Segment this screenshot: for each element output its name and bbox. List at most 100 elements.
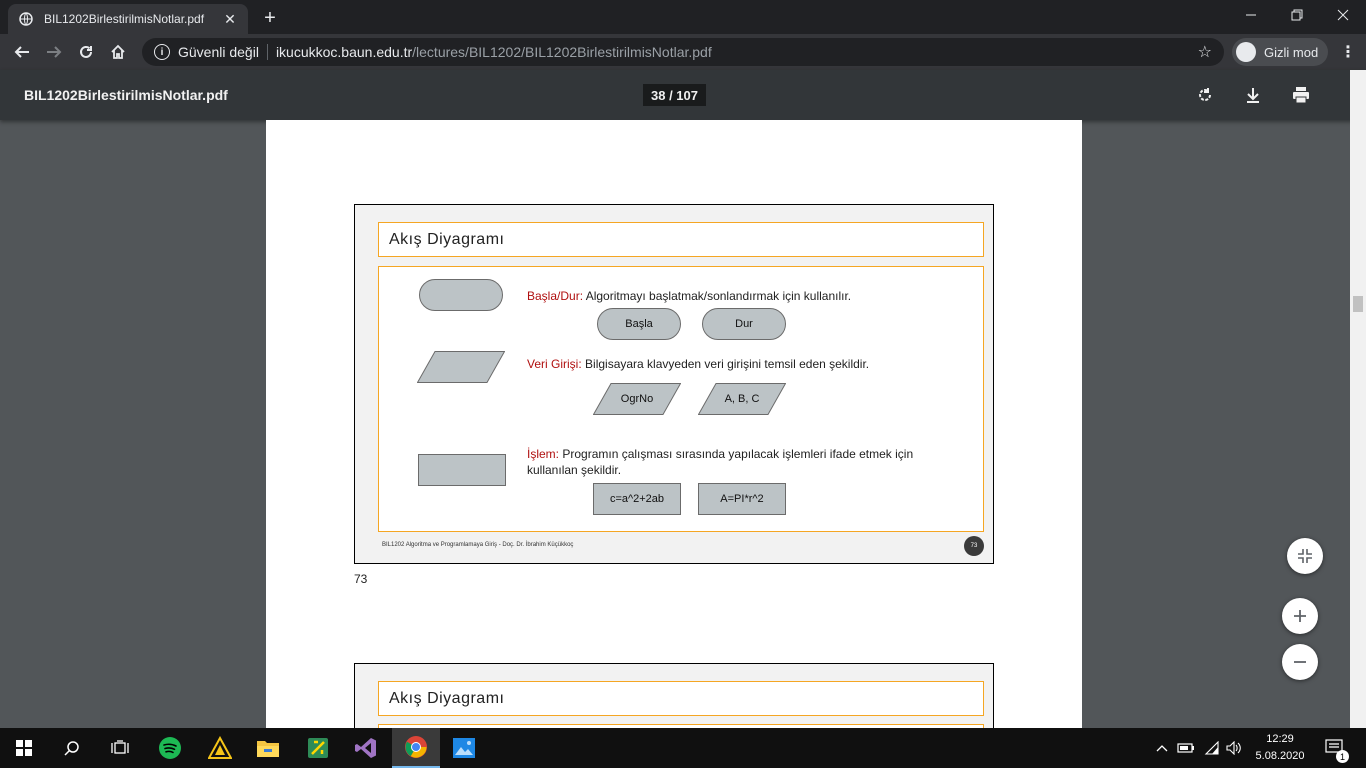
show-hidden-icons-chevron[interactable] bbox=[1154, 728, 1170, 768]
process-shape bbox=[418, 454, 506, 486]
url-path: /lectures/BIL1202/BIL1202BirlestirilmisN… bbox=[412, 44, 712, 60]
visual-studio-app[interactable] bbox=[342, 728, 390, 768]
example-process-shape: c=a^2+2ab bbox=[593, 483, 681, 515]
description-key: İşlem: bbox=[527, 447, 560, 461]
clock-time: 12:29 bbox=[1266, 733, 1294, 745]
forward-arrow-icon bbox=[47, 46, 62, 58]
zoom-in-button[interactable] bbox=[1282, 598, 1318, 634]
description-process: İşlem: Programın çalışması sırasında yap… bbox=[527, 446, 967, 478]
windows-taskbar: 12:29 5.08.2020 1 bbox=[0, 728, 1366, 768]
slide-title: Akış Diyagramı bbox=[378, 681, 984, 716]
reload-icon bbox=[80, 45, 92, 58]
print-icon[interactable] bbox=[1289, 83, 1313, 107]
description-text: Algoritmayı başlatmak/sonlandırmak için … bbox=[583, 289, 852, 303]
slide-footer: BIL1202 Algoritma ve Programlamaya Giriş… bbox=[382, 542, 574, 548]
scrollbar[interactable] bbox=[1350, 70, 1366, 728]
back-button[interactable] bbox=[8, 38, 36, 66]
pdf-toolbar: BIL1202BirlestirilmisNotlar.pdf 38 / 107 bbox=[0, 70, 1366, 120]
slide-body: Başla/Dur: Algoritmayı başlatmak/sonland… bbox=[378, 266, 984, 532]
input-parallelogram-shape bbox=[417, 351, 505, 383]
pdf-file-name: BIL1202BirlestirilmisNotlar.pdf bbox=[24, 87, 228, 103]
clock-date: 5.08.2020 bbox=[1255, 750, 1305, 762]
rotate-icon[interactable] bbox=[1193, 83, 1217, 107]
example-input-shape: A, B, C bbox=[698, 383, 786, 415]
example-terminal-shape: Dur bbox=[702, 308, 786, 340]
description-key: Veri Girişi: bbox=[527, 357, 582, 371]
home-button[interactable] bbox=[104, 38, 132, 66]
spotify-app[interactable] bbox=[146, 728, 194, 768]
fit-to-page-button[interactable] bbox=[1287, 538, 1323, 574]
app-tools[interactable] bbox=[294, 728, 342, 768]
incognito-label: Gizli mod bbox=[1264, 44, 1319, 60]
search-button[interactable] bbox=[48, 728, 96, 768]
task-view-icon bbox=[111, 740, 129, 754]
slide-title: Akış Diyagramı bbox=[378, 222, 984, 257]
browser-tab[interactable]: BIL1202BirlestirilmisNotlar.pdf ✕ bbox=[8, 4, 248, 34]
scrollbar-thumb[interactable] bbox=[1353, 296, 1363, 312]
example-input-shape: OgrNo bbox=[593, 383, 681, 415]
photos-icon bbox=[453, 738, 475, 758]
page-label: 73 bbox=[354, 572, 368, 586]
slide: Akış Diyagramı Başla/Dur: Algoritmayı ba… bbox=[354, 204, 994, 564]
zoom-out-button[interactable] bbox=[1282, 644, 1318, 680]
example-label: A, B, C bbox=[724, 393, 760, 405]
browser-toolbar: i Güvenli değil ikucukkoc.baun.edu.tr/le… bbox=[0, 34, 1366, 70]
example-process-shape: A=PI*r^2 bbox=[698, 483, 786, 515]
page-indicator[interactable]: 38 / 107 bbox=[643, 84, 706, 106]
address-bar[interactable]: i Güvenli değil ikucukkoc.baun.edu.tr/le… bbox=[142, 38, 1224, 66]
task-view-button[interactable] bbox=[96, 728, 144, 768]
spotify-icon bbox=[159, 737, 181, 759]
action-center-button[interactable]: 1 bbox=[1320, 728, 1350, 768]
example-label: OgrNo bbox=[620, 393, 654, 405]
reload-button[interactable] bbox=[72, 38, 100, 66]
file-explorer-app[interactable] bbox=[244, 728, 292, 768]
description-start-stop: Başla/Dur: Algoritmayı başlatmak/sonland… bbox=[527, 288, 967, 304]
info-icon[interactable]: i bbox=[154, 44, 170, 60]
divider bbox=[266, 44, 268, 60]
search-icon bbox=[64, 741, 79, 756]
incognito-icon bbox=[1236, 42, 1256, 62]
volume-icon[interactable] bbox=[1224, 728, 1244, 768]
description-key: Başla/Dur: bbox=[527, 289, 584, 303]
download-icon[interactable] bbox=[1241, 83, 1265, 107]
forward-button[interactable] bbox=[40, 38, 68, 66]
description-data-input: Veri Girişi: Bilgisayara klavyeden veri … bbox=[527, 356, 967, 372]
restore-button[interactable] bbox=[1274, 0, 1320, 30]
example-terminal-shape: Başla bbox=[597, 308, 681, 340]
description-text: Programın çalışması sırasında yapılacak … bbox=[527, 447, 914, 477]
description-text: Bilgisayara klavyeden veri girişini tems… bbox=[581, 357, 870, 371]
visual-studio-icon bbox=[355, 738, 376, 758]
app-triangle[interactable] bbox=[196, 728, 244, 768]
terminal-shape bbox=[419, 279, 503, 311]
url-host: ikucukkoc.baun.edu.tr bbox=[275, 44, 413, 60]
new-tab-button[interactable]: + bbox=[258, 6, 282, 30]
photos-app[interactable] bbox=[440, 728, 488, 768]
triangle-app-icon bbox=[208, 736, 232, 759]
tab-title: BIL1202BirlestirilmisNotlar.pdf bbox=[44, 12, 205, 26]
system-clock[interactable]: 12:29 5.08.2020 bbox=[1248, 731, 1312, 765]
plus-icon bbox=[1294, 610, 1306, 622]
fit-page-icon bbox=[1298, 549, 1312, 563]
wifi-icon[interactable] bbox=[1202, 728, 1222, 768]
incognito-badge[interactable]: Gizli mod bbox=[1232, 38, 1329, 66]
pdf-page: Akış Diyagramı Başla/Dur: Algoritmayı ba… bbox=[266, 120, 1082, 754]
close-tab-icon[interactable]: ✕ bbox=[222, 11, 238, 27]
minus-icon bbox=[1294, 661, 1306, 663]
minimize-button[interactable] bbox=[1228, 0, 1274, 30]
battery-icon[interactable] bbox=[1176, 728, 1196, 768]
bookmark-star-icon[interactable]: ☆ bbox=[1198, 42, 1212, 62]
globe-icon bbox=[18, 11, 34, 27]
chrome-app[interactable] bbox=[392, 728, 440, 768]
chrome-icon bbox=[405, 736, 427, 758]
folder-icon bbox=[257, 741, 279, 757]
tools-app-icon bbox=[308, 738, 328, 758]
back-arrow-icon bbox=[14, 46, 29, 58]
slide-number-badge: 73 bbox=[964, 536, 984, 556]
start-button[interactable] bbox=[0, 728, 48, 768]
security-label: Güvenli değil bbox=[178, 44, 259, 60]
menu-kebab-icon[interactable]: ⋮ bbox=[1338, 42, 1358, 62]
close-window-button[interactable] bbox=[1320, 0, 1366, 30]
notification-count-badge: 1 bbox=[1336, 750, 1349, 763]
home-icon bbox=[111, 44, 125, 59]
tab-strip: BIL1202BirlestirilmisNotlar.pdf ✕ + bbox=[0, 0, 1366, 34]
